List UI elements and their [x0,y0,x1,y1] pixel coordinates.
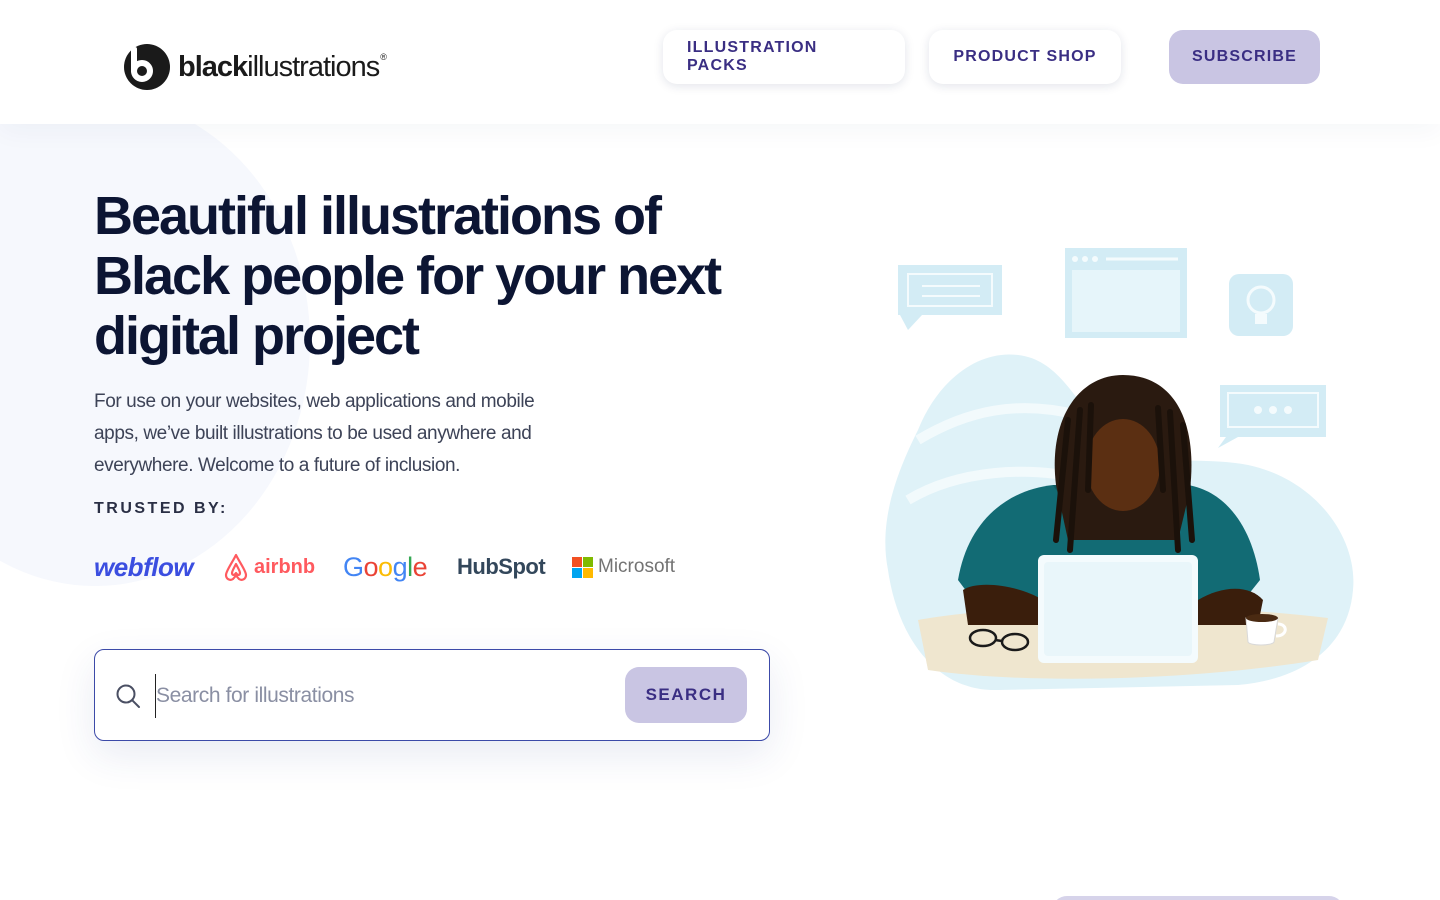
site-logo[interactable]: blackillustrations® [124,44,387,90]
logo-wordmark: blackillustrations® [178,50,387,83]
illustration-packs-button[interactable]: ILLUSTRATION PACKS [663,30,905,84]
hero-title: Beautiful illustrations of Black people … [94,186,722,366]
airbnb-logo: airbnb [222,550,315,584]
hubspot-logo: HubSpot [457,554,546,579]
subscribe-button[interactable]: SUBSCRIBE [1169,30,1320,84]
bottom-button-edge [1052,896,1344,900]
google-logo: Google [343,551,428,582]
search-button[interactable]: SEARCH [625,667,747,723]
site-header: blackillustrations® ILLUSTRATION PACKS P… [0,0,1440,124]
trusted-by-label: TRUSTED BY: [94,500,228,517]
hero-illustration [885,248,1354,691]
microsoft-logo: Microsoft [572,550,675,584]
search-icon [116,684,140,708]
product-shop-button[interactable]: PRODUCT SHOP [929,30,1121,84]
search-bar: SEARCH [94,649,770,741]
airbnb-icon [224,553,248,581]
logo-b-icon [124,44,170,90]
search-input[interactable] [155,674,605,718]
hero-description: For use on your websites, web applicatio… [94,391,535,476]
microsoft-squares-icon [572,556,593,578]
page: blackillustrations® ILLUSTRATION PACKS P… [0,0,1440,900]
webflow-logo: webflow [94,551,194,582]
